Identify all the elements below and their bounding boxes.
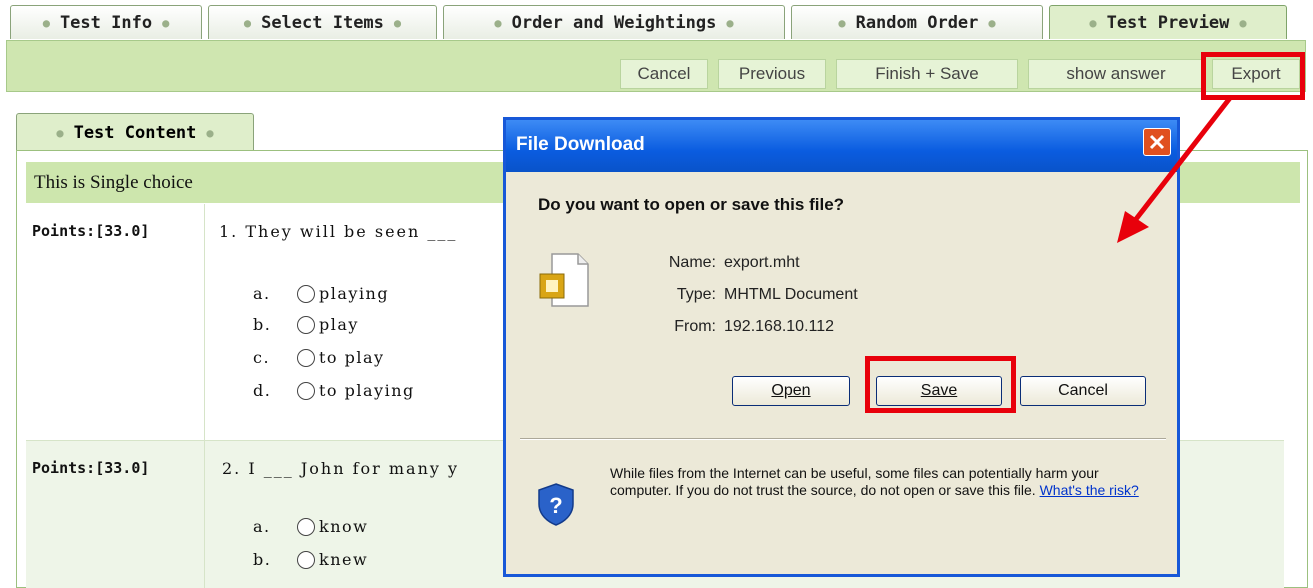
tab-test-content[interactable]: ● Test Content ●: [16, 113, 254, 151]
show-answer-button[interactable]: show answer: [1028, 59, 1204, 89]
warning-text: While files from the Internet can be use…: [610, 465, 1099, 498]
option-text: to play: [319, 348, 385, 367]
finish-save-button[interactable]: Finish + Save: [836, 59, 1018, 89]
security-shield-icon: ?: [538, 483, 574, 526]
dialog-question: Do you want to open or save this file?: [538, 195, 845, 214]
tab-dot-icon: ●: [1089, 15, 1097, 30]
dialog-titlebar[interactable]: File Download: [506, 120, 1177, 172]
security-warning: While files from the Internet can be use…: [610, 465, 1150, 499]
option-letter: d.: [253, 381, 272, 400]
export-highlight-box: [1201, 52, 1305, 100]
question-points: Points:[33.0]: [32, 459, 150, 477]
tab-bar: ● Test Info ● ● Select Items ● ● Order a…: [0, 0, 1313, 40]
option-item[interactable]: d. to playing: [253, 381, 415, 400]
previous-button[interactable]: Previous: [718, 59, 826, 89]
toolbar: Cancel Previous Finish + Save show answe…: [6, 40, 1306, 92]
option-letter: c.: [253, 348, 271, 367]
option-item[interactable]: a. know: [253, 517, 368, 536]
tab-dot-icon: ●: [162, 15, 170, 30]
open-button-label: Open: [771, 382, 811, 399]
tab-label: Test Preview: [1106, 12, 1230, 33]
tab-dot-icon: ●: [726, 15, 734, 30]
option-letter: b.: [253, 550, 272, 569]
svg-text:?: ?: [549, 493, 562, 518]
radio-button[interactable]: [297, 550, 315, 569]
tab-dot-icon: ●: [56, 125, 64, 140]
tab-test-info[interactable]: ● Test Info ●: [10, 5, 202, 39]
option-letter: a.: [253, 517, 271, 536]
tab-dot-icon: ●: [206, 125, 214, 140]
option-letter: a.: [253, 284, 271, 303]
tab-dot-icon: ●: [1239, 15, 1247, 30]
radio-button[interactable]: [297, 315, 315, 334]
tab-label: Order and Weightings: [511, 12, 717, 33]
dialog-cancel-button[interactable]: Cancel: [1020, 376, 1146, 406]
points-column: [26, 204, 205, 588]
annotation-arrow-icon: [1117, 96, 1232, 243]
tab-order-weightings[interactable]: ● Order and Weightings ●: [443, 5, 785, 39]
option-text: playing: [319, 284, 390, 303]
tab-label: Test Content: [73, 122, 197, 143]
tab-label: Random Order: [855, 12, 979, 33]
dialog-title: File Download: [516, 134, 645, 155]
option-text: know: [319, 517, 369, 536]
option-item[interactable]: c. to play: [253, 348, 385, 367]
type-value: MHTML Document: [724, 286, 858, 303]
tab-dot-icon: ●: [243, 15, 252, 30]
save-highlight-box: [865, 356, 1016, 413]
tab-label: Select Items: [261, 12, 384, 33]
cancel-button[interactable]: Cancel: [620, 59, 708, 89]
radio-button[interactable]: [297, 517, 315, 536]
tab-random-order[interactable]: ● Random Order ●: [791, 5, 1043, 39]
question-points: Points:[33.0]: [32, 222, 150, 240]
option-item[interactable]: b. knew: [253, 550, 368, 569]
option-text: to playing: [319, 381, 415, 400]
option-item[interactable]: a. playing: [253, 284, 389, 303]
tab-dot-icon: ●: [42, 15, 50, 30]
question-text: 2. I ___ John for many y: [222, 459, 460, 478]
tab-dot-icon: ●: [393, 15, 402, 30]
radio-button[interactable]: [297, 381, 315, 400]
option-text: knew: [319, 550, 369, 569]
open-button[interactable]: Open: [732, 376, 850, 406]
name-label: Name:: [668, 254, 716, 271]
option-text: play: [319, 315, 359, 334]
radio-button[interactable]: [297, 348, 315, 367]
file-download-dialog: File Download Do you want to open or sav…: [503, 117, 1180, 577]
risk-link[interactable]: What's the risk?: [1040, 482, 1139, 498]
tab-test-preview[interactable]: ● Test Preview ●: [1049, 5, 1287, 39]
name-value: export.mht: [724, 254, 800, 271]
tab-dot-icon: ●: [494, 15, 502, 30]
option-item[interactable]: b. play: [253, 315, 359, 334]
type-label: Type:: [676, 286, 716, 303]
tab-select-items[interactable]: ● Select Items ●: [208, 5, 437, 39]
radio-button[interactable]: [297, 284, 315, 303]
from-label: From:: [674, 318, 716, 335]
section-title: This is Single choice: [34, 172, 193, 193]
tab-dot-icon: ●: [988, 15, 996, 30]
tab-dot-icon: ●: [838, 15, 846, 30]
from-value: 192.168.10.112: [724, 318, 835, 335]
option-letter: b.: [253, 315, 272, 334]
question-text: 1. They will be seen ___: [219, 222, 458, 241]
dialog-divider: [520, 438, 1166, 440]
file-icon: [539, 253, 589, 307]
tab-label: Test Info: [59, 12, 153, 33]
